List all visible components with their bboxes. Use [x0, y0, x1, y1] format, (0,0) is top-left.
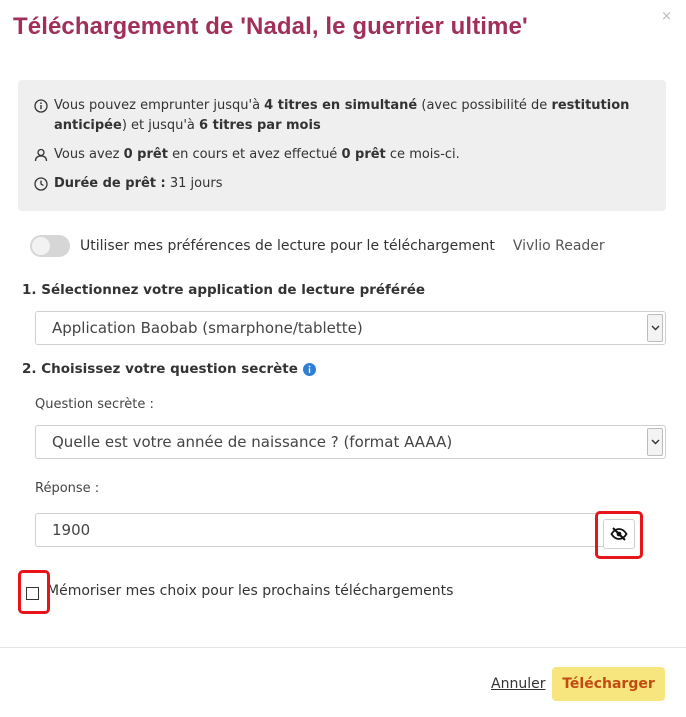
download-dialog: Téléchargement de 'Nadal, le guerrier ul… [0, 0, 686, 717]
download-button[interactable]: Télécharger [552, 667, 665, 701]
preferred-app-name: Vivlio Reader [512, 238, 605, 254]
cancel-button[interactable]: Annuler [491, 676, 545, 692]
preferences-toggle-row: Utiliser mes préférences de lecture pour… [30, 233, 605, 259]
chevron-down-icon[interactable] [647, 428, 663, 456]
footer-divider [0, 647, 686, 648]
remember-choices-row: Mémoriser mes choix pour les prochains t… [18, 570, 453, 614]
current-loans-line: Vous avez 0 prêt en cours et avez effect… [34, 145, 648, 165]
answer-input[interactable] [35, 513, 635, 547]
loan-duration-text: Durée de prêt : 31 jours [54, 176, 223, 191]
answer-label: Réponse : [35, 481, 100, 496]
use-preferences-toggle[interactable] [30, 235, 70, 257]
dialog-title: Téléchargement de 'Nadal, le guerrier ul… [13, 13, 528, 40]
use-preferences-label: Utiliser mes préférences de lecture pour… [80, 238, 495, 254]
chevron-down-icon[interactable] [647, 314, 663, 342]
loan-duration-line: Durée de prêt : 31 jours [34, 174, 648, 194]
highlight-box [18, 570, 50, 614]
loan-limits-text: Vous pouvez emprunter jusqu'à 4 titres e… [54, 98, 630, 133]
secret-question-select[interactable]: Quelle est votre année de naissance ? (f… [35, 425, 666, 459]
reading-app-selected-value: Application Baobab (smarphone/tablette) [52, 319, 363, 337]
close-icon[interactable]: × [661, 9, 672, 24]
clock-icon [34, 174, 54, 191]
remember-choices-label[interactable]: Mémoriser mes choix pour les prochains t… [47, 583, 453, 599]
section-1-title: 1. Sélectionnez votre application de lec… [22, 282, 426, 298]
info-circle-icon [34, 96, 54, 113]
section-2-title: 2. Choisissez votre question secrète [22, 361, 298, 377]
secret-question-label: Question secrète : [35, 397, 154, 412]
eye-slash-icon [610, 527, 628, 541]
toggle-visibility-button[interactable] [603, 519, 635, 549]
reading-app-select[interactable]: Application Baobab (smarphone/tablette) [35, 311, 666, 345]
user-icon [34, 145, 54, 162]
highlight-box [595, 511, 643, 559]
remember-choices-checkbox[interactable] [26, 587, 39, 600]
secret-question-selected-value: Quelle est votre année de naissance ? (f… [52, 433, 453, 451]
current-loans-text: Vous avez 0 prêt en cours et avez effect… [54, 147, 460, 162]
loan-info-box: Vous pouvez emprunter jusqu'à 4 titres e… [18, 80, 666, 211]
section-2-title-row: 2. Choisissez votre question secrète [22, 361, 316, 377]
info-icon[interactable] [302, 362, 316, 376]
loan-limits-line: Vous pouvez emprunter jusqu'à 4 titres e… [34, 96, 648, 136]
